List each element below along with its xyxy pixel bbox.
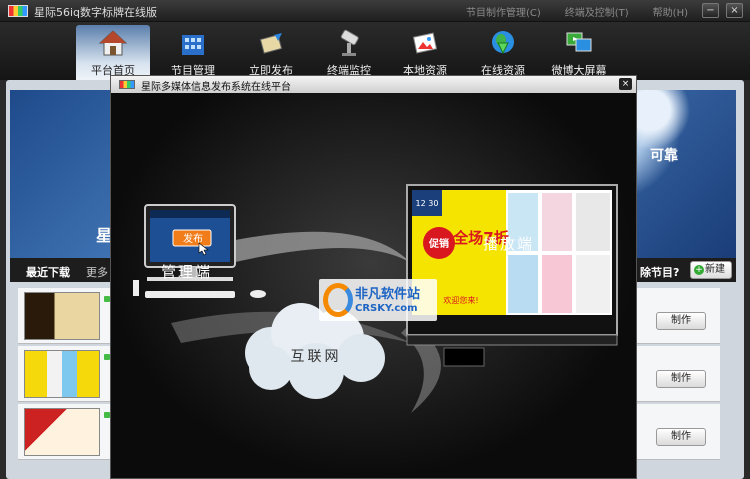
tab-terminal-monitor[interactable]: 终端监控 bbox=[312, 25, 386, 80]
recent-title: 最近下载 bbox=[26, 266, 70, 279]
system-diagram: 发布 互联网 12 30 促销 全场7折 欢迎您来! 管理端 播放端 非凡软件站… bbox=[111, 93, 636, 478]
dialog-close-button[interactable]: × bbox=[619, 78, 632, 90]
top-menu: 节目制作管理(C) 终端及控制(T) 帮助(H) bbox=[466, 4, 688, 19]
app-title: 星际56iq数字标牌在线版 bbox=[34, 6, 158, 19]
publish-button-label: 发布 bbox=[183, 232, 203, 245]
title-bar: 星际56iq数字标牌在线版 节目制作管理(C) 终端及控制(T) 帮助(H) −… bbox=[0, 0, 750, 22]
tab-local-resources[interactable]: 本地资源 bbox=[388, 25, 462, 80]
template-thumbnail[interactable] bbox=[24, 292, 100, 340]
template-thumbnail[interactable] bbox=[24, 408, 100, 456]
new-program-hint: 除节目? bbox=[640, 266, 680, 279]
internet-label: 互联网 bbox=[291, 349, 342, 365]
intro-dialog: 星际多媒体信息发布系统在线平台 × 发布 互联网 12 30 促销 全场7折 欢… bbox=[110, 75, 637, 479]
publish-arrow-icon bbox=[259, 33, 283, 54]
dialog-titlebar: 星际多媒体信息发布系统在线平台 × bbox=[111, 76, 636, 93]
watermark-en: CRSKY.com bbox=[355, 303, 418, 314]
promo-date: 12 30 bbox=[416, 199, 439, 208]
home-icon bbox=[98, 30, 128, 56]
main-toolbar: 平台首页 节目管理 立即发布 终端监控 本地资源 在线资源 微博大屏幕 bbox=[0, 22, 750, 80]
promo-badge: 促销 bbox=[428, 237, 449, 250]
banner-slogan: 可靠 bbox=[650, 148, 678, 164]
more-link[interactable]: 更多 bbox=[86, 264, 108, 280]
watermark: 非凡软件站 CRSKY.com bbox=[319, 279, 437, 321]
new-button[interactable]: + 新建 bbox=[690, 261, 732, 279]
template-thumbnail[interactable] bbox=[24, 350, 100, 398]
dialog-logo bbox=[119, 80, 135, 89]
new-label: 新建 bbox=[705, 264, 725, 275]
player-screen bbox=[406, 184, 618, 367]
tab-program-management[interactable]: 节目管理 bbox=[156, 25, 230, 80]
make-button[interactable]: 制作 bbox=[656, 312, 706, 330]
image-icon bbox=[412, 32, 438, 54]
make-button[interactable]: 制作 bbox=[656, 428, 706, 446]
app-logo bbox=[8, 5, 28, 17]
screens-icon bbox=[566, 32, 592, 52]
menu-program-management[interactable]: 节目制作管理(C) bbox=[466, 4, 541, 19]
close-button[interactable]: × bbox=[726, 3, 743, 18]
menu-terminal-control[interactable]: 终端及控制(T) bbox=[565, 4, 629, 19]
menu-help[interactable]: 帮助(H) bbox=[653, 4, 688, 19]
globe-download-icon bbox=[492, 31, 514, 55]
tab-online-resources[interactable]: 在线资源 bbox=[466, 25, 540, 80]
swoosh bbox=[221, 231, 411, 263]
player-label: 播放端 bbox=[483, 235, 535, 253]
watermark-cn: 非凡软件站 bbox=[355, 287, 421, 302]
make-button[interactable]: 制作 bbox=[656, 370, 706, 388]
manage-label: 管理端 bbox=[161, 263, 213, 281]
camera-icon bbox=[340, 29, 359, 56]
tab-weibo-screen[interactable]: 微博大屏幕 bbox=[542, 25, 616, 80]
dialog-title: 星际多媒体信息发布系统在线平台 bbox=[141, 82, 291, 93]
tab-platform-home[interactable]: 平台首页 bbox=[76, 25, 150, 80]
plus-icon: + bbox=[694, 265, 704, 275]
building-icon bbox=[182, 35, 204, 55]
minimize-button[interactable]: − bbox=[702, 3, 719, 18]
promo-sub: 欢迎您来! bbox=[443, 295, 478, 305]
watermark-logo-icon bbox=[323, 283, 353, 317]
tab-publish-now[interactable]: 立即发布 bbox=[234, 25, 308, 80]
